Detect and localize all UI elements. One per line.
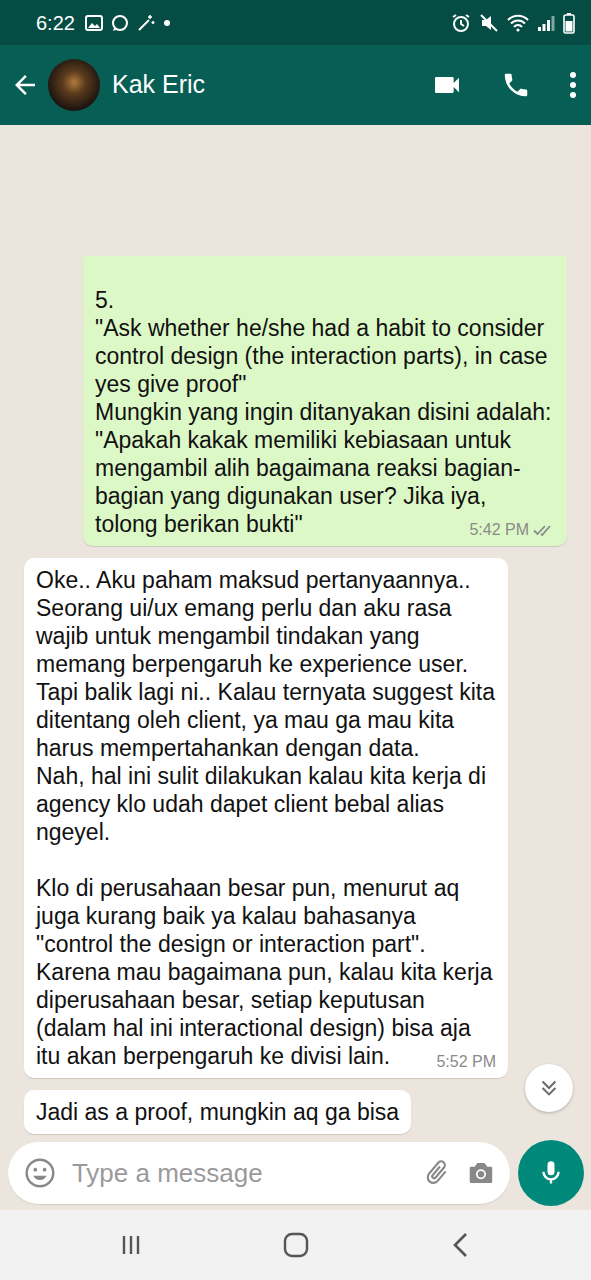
system-icons (451, 12, 575, 34)
signal-icon (537, 14, 555, 32)
message-body: Oke.. Aku paham maksud pertanyaannya.. S… (36, 567, 501, 1069)
contact-avatar[interactable] (48, 59, 100, 111)
message-time: 5:52 PM (436, 1052, 496, 1072)
header-actions (431, 69, 577, 101)
wifi-icon (507, 14, 529, 32)
double-chevron-down-icon (538, 1077, 560, 1099)
back-arrow-icon[interactable] (10, 70, 40, 100)
gallery-icon (85, 15, 103, 31)
message-body: 5. "Ask whether he/she had a habit to co… (95, 287, 554, 537)
contact-name[interactable]: Kak Eric (112, 66, 205, 104)
message-bubble[interactable]: Oke.. Aku paham maksud pertanyaannya.. S… (24, 558, 508, 1078)
message-text: Jadi as a proof, mungkin aq ga bisa (36, 1098, 399, 1126)
notification-icons (85, 14, 171, 32)
message-time: 5:42 PM (469, 520, 529, 540)
back-icon (450, 1232, 472, 1258)
home-icon (282, 1231, 310, 1259)
message-meta: 5:42 PM (469, 520, 555, 540)
more-notifications-icon (163, 19, 171, 27)
message-list: 5. "Ask whether he/she had a habit to co… (0, 125, 591, 1140)
message-text: 5. "Ask whether he/she had a habit to co… (95, 286, 555, 538)
chat-area: 5. "Ask whether he/she had a habit to co… (0, 125, 591, 1210)
message-body: Jadi as a proof, mungkin aq ga bisa (36, 1099, 399, 1125)
message-meta: 5:52 PM (436, 1052, 496, 1072)
mute-icon (479, 13, 499, 33)
message-text: Oke.. Aku paham maksud pertanyaannya.. S… (36, 566, 496, 1070)
battery-icon (563, 12, 575, 34)
recent-apps-icon (119, 1233, 143, 1257)
microphone-icon (537, 1159, 565, 1187)
video-call-icon[interactable] (431, 69, 463, 101)
back-button[interactable] (421, 1220, 501, 1270)
wand-icon (137, 14, 155, 32)
composer (0, 1140, 591, 1210)
whatsapp-icon (111, 14, 129, 32)
emoji-icon[interactable] (24, 1157, 56, 1189)
paperclip-icon[interactable] (422, 1158, 452, 1188)
system-navigation-bar (0, 1210, 591, 1280)
alarm-icon (451, 13, 471, 33)
recent-apps-button[interactable] (91, 1220, 171, 1270)
message-input[interactable] (70, 1153, 408, 1194)
message-bubble[interactable]: 5. "Ask whether he/she had a habit to co… (83, 256, 567, 546)
message-field (8, 1142, 510, 1204)
message-bubble[interactable]: Jadi as a proof, mungkin aq ga bisa (24, 1090, 411, 1134)
phone-call-icon[interactable] (501, 70, 531, 100)
phone-screen: 6:22 Kak Eric 5. "Ask whether he/she had… (0, 0, 591, 1280)
menu-icon[interactable] (569, 71, 577, 99)
scroll-down-button[interactable] (525, 1064, 573, 1112)
clock: 6:22 (36, 8, 75, 38)
camera-icon[interactable] (466, 1158, 496, 1188)
chat-header: Kak Eric (0, 45, 591, 125)
home-button[interactable] (256, 1220, 336, 1270)
double-tick-icon (533, 523, 555, 537)
status-bar: 6:22 (0, 0, 591, 45)
mic-button[interactable] (518, 1140, 584, 1206)
